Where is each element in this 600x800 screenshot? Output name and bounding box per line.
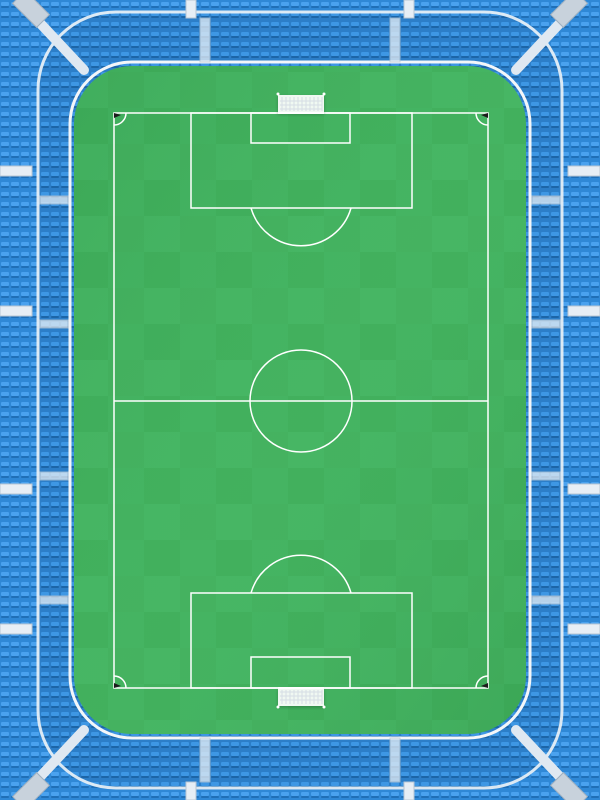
stair-aisle-icon <box>39 595 69 605</box>
stair-aisle-icon <box>0 483 33 495</box>
stair-aisle-icon <box>567 305 600 317</box>
stair-aisle-icon <box>531 319 561 329</box>
stair-aisle-icon <box>0 623 33 635</box>
goal-net-icon <box>276 687 326 709</box>
stair-aisle-icon <box>185 781 197 800</box>
stair-aisle-icon <box>567 165 600 177</box>
stair-aisle-icon <box>389 17 401 63</box>
goal-net-icon <box>276 92 326 114</box>
stair-aisle-icon <box>567 483 600 495</box>
stair-aisle-icon <box>39 471 69 481</box>
pitch-shading <box>74 66 526 734</box>
stair-aisle-icon <box>0 165 33 177</box>
stair-aisle-icon <box>531 595 561 605</box>
stair-aisle-icon <box>389 737 401 783</box>
stair-aisle-icon <box>199 737 211 783</box>
stair-aisle-icon <box>531 195 561 205</box>
stadium-scene <box>0 0 600 800</box>
stair-aisle-icon <box>0 305 33 317</box>
stair-aisle-icon <box>403 781 415 800</box>
stair-aisle-icon <box>567 623 600 635</box>
stair-aisle-icon <box>531 471 561 481</box>
stadium-drawing <box>0 0 600 800</box>
stair-aisle-icon <box>39 319 69 329</box>
stair-aisle-icon <box>39 195 69 205</box>
stair-aisle-icon <box>199 17 211 63</box>
stair-aisle-icon <box>403 0 415 19</box>
stair-aisle-icon <box>185 0 197 19</box>
